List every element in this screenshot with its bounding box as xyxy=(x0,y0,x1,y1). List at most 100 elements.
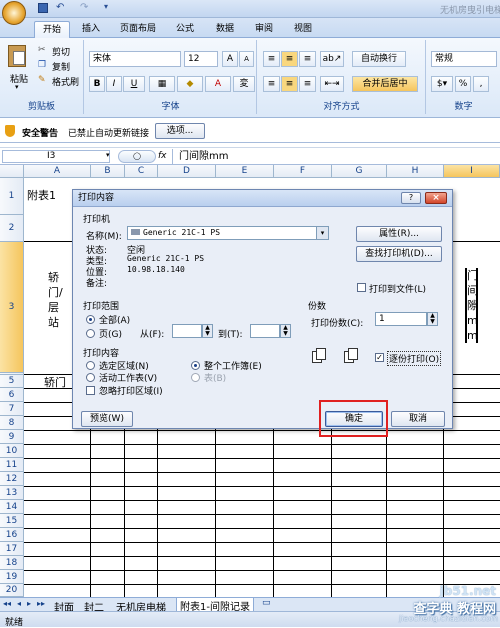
preview-button[interactable]: 预览(W) xyxy=(81,411,133,427)
indent-button[interactable]: ⇤⇥ xyxy=(320,76,344,92)
copies-input[interactable]: 1 xyxy=(375,312,427,326)
column-header-a[interactable]: A xyxy=(24,165,91,178)
workbook-radio[interactable] xyxy=(191,361,200,370)
font-color-button[interactable]: A xyxy=(205,76,231,92)
find-printer-button[interactable]: 查找打印机(D)... xyxy=(356,246,442,262)
range-pages-radio[interactable] xyxy=(86,329,95,338)
printer-dropdown-icon[interactable]: ▾ xyxy=(316,227,328,239)
row-header-18[interactable]: 18 xyxy=(0,556,24,570)
cell-a1[interactable]: 附表1 xyxy=(27,187,56,203)
tab-data[interactable]: 数据 xyxy=(212,21,238,38)
align-center-button[interactable]: ≡ xyxy=(281,76,298,92)
cell-a3[interactable]: 轿门/层站 xyxy=(48,270,63,330)
formula-input[interactable]: 门间隙mm xyxy=(172,149,498,164)
paste-icon[interactable] xyxy=(8,45,26,67)
row-header-3[interactable]: 3 xyxy=(0,242,24,373)
row-header-15[interactable]: 15 xyxy=(0,514,24,528)
help-icon[interactable]: ? xyxy=(401,192,421,204)
paste-button[interactable]: 粘贴 xyxy=(10,72,28,85)
row-header-20[interactable]: 20 xyxy=(0,584,24,597)
row-header-11[interactable]: 11 xyxy=(0,458,24,472)
comma-button[interactable]: , xyxy=(473,76,489,92)
tab-page-layout[interactable]: 页面布局 xyxy=(116,21,160,38)
row-header-5[interactable]: 5 xyxy=(0,375,24,388)
from-input[interactable] xyxy=(172,324,202,338)
align-left-button[interactable]: ≡ xyxy=(263,76,280,92)
to-spinner[interactable]: ▲ ▼ xyxy=(280,324,291,338)
row-header-19[interactable]: 19 xyxy=(0,570,24,584)
column-header-d[interactable]: D xyxy=(158,165,216,178)
new-sheet-icon[interactable]: ▭ xyxy=(262,598,271,608)
save-icon[interactable] xyxy=(38,3,48,13)
tab-home[interactable]: 开始 xyxy=(34,21,70,38)
row-header-2[interactable]: 2 xyxy=(0,215,24,242)
security-options-button[interactable]: 选项... xyxy=(155,123,205,139)
copy-button[interactable]: 复制 xyxy=(52,60,70,73)
properties-button[interactable]: 属性(R)... xyxy=(356,226,442,242)
to-input[interactable] xyxy=(250,324,280,338)
tab-view[interactable]: 视图 xyxy=(290,21,316,38)
table-radio[interactable] xyxy=(191,373,200,382)
align-top-button[interactable]: ≡ xyxy=(263,51,280,67)
cell-i3[interactable]: 门间隙mm xyxy=(465,268,478,343)
copies-spinner[interactable]: ▲ ▼ xyxy=(427,312,438,326)
percent-button[interactable]: % xyxy=(455,76,471,92)
collate-checkbox[interactable]: ✓ xyxy=(375,353,384,362)
cell-a5[interactable]: 轿门 xyxy=(44,374,66,390)
printer-name-select[interactable]: Generic 21C-1 PS ▾ xyxy=(127,226,329,240)
grow-font-button[interactable]: A xyxy=(222,51,238,67)
tab-review[interactable]: 审阅 xyxy=(251,21,277,38)
align-middle-button[interactable]: ≡ xyxy=(281,51,298,67)
italic-button[interactable]: I xyxy=(106,76,122,92)
first-sheet-icon[interactable]: ◂◂ xyxy=(3,599,11,608)
column-header-i[interactable]: I xyxy=(444,165,500,178)
column-header-f[interactable]: F xyxy=(274,165,332,178)
border-button[interactable]: ▦ xyxy=(149,76,175,92)
column-header-g[interactable]: G xyxy=(332,165,387,178)
column-header-c[interactable]: C xyxy=(125,165,158,178)
close-icon[interactable]: × xyxy=(425,192,447,204)
selection-radio[interactable] xyxy=(86,361,95,370)
print-to-file-checkbox[interactable] xyxy=(357,283,366,292)
column-header-h[interactable]: H xyxy=(387,165,444,178)
column-header-b[interactable]: B xyxy=(91,165,125,178)
cancel-button[interactable]: 取消 xyxy=(391,411,445,427)
tab-formulas[interactable]: 公式 xyxy=(172,21,198,38)
format-painter-button[interactable]: 格式刷 xyxy=(52,75,79,88)
row-header-17[interactable]: 17 xyxy=(0,542,24,556)
office-button[interactable] xyxy=(2,1,26,25)
active-sheets-radio[interactable] xyxy=(86,373,95,382)
paste-dropdown-icon[interactable]: ▾ xyxy=(15,83,19,91)
last-sheet-icon[interactable]: ▸▸ xyxy=(37,599,45,608)
row-header-14[interactable]: 14 xyxy=(0,500,24,514)
prev-sheet-icon[interactable]: ◂ xyxy=(17,599,21,608)
ok-button[interactable]: 确定 xyxy=(325,411,383,427)
cut-button[interactable]: 剪切 xyxy=(52,45,70,58)
ignore-area-checkbox[interactable] xyxy=(86,386,95,395)
row-header-1[interactable]: 1 xyxy=(0,178,24,215)
from-spinner[interactable]: ▲ ▼ xyxy=(202,324,213,338)
merge-center-button[interactable]: 合并后居中 xyxy=(352,76,418,92)
row-header-13[interactable]: 13 xyxy=(0,486,24,500)
currency-button[interactable]: $▾ xyxy=(431,76,453,92)
bold-button[interactable]: B xyxy=(89,76,105,92)
row-header-10[interactable]: 10 xyxy=(0,444,24,458)
redo-icon[interactable]: ↷ xyxy=(80,2,88,13)
shrink-font-button[interactable]: A xyxy=(239,51,254,67)
undo-icon[interactable]: ↶ xyxy=(56,2,64,13)
name-box[interactable]: I3 xyxy=(2,150,110,163)
row-header-12[interactable]: 12 xyxy=(0,472,24,486)
name-box-dropdown-icon[interactable]: ▾ xyxy=(106,151,110,159)
align-bottom-button[interactable]: ≡ xyxy=(299,51,316,67)
corner-cell[interactable] xyxy=(0,165,24,178)
font-name-combo[interactable]: 宋体 xyxy=(89,51,181,67)
next-sheet-icon[interactable]: ▸ xyxy=(27,599,31,608)
range-all-radio[interactable] xyxy=(86,315,95,324)
tab-insert[interactable]: 插入 xyxy=(78,21,104,38)
phonetic-button[interactable]: 変 xyxy=(233,76,255,92)
align-right-button[interactable]: ≡ xyxy=(299,76,316,92)
underline-button[interactable]: U xyxy=(123,76,145,92)
row-header-6[interactable]: 6 xyxy=(0,388,24,402)
customize-icon[interactable]: ▾ xyxy=(104,2,108,11)
row-header-16[interactable]: 16 xyxy=(0,528,24,542)
